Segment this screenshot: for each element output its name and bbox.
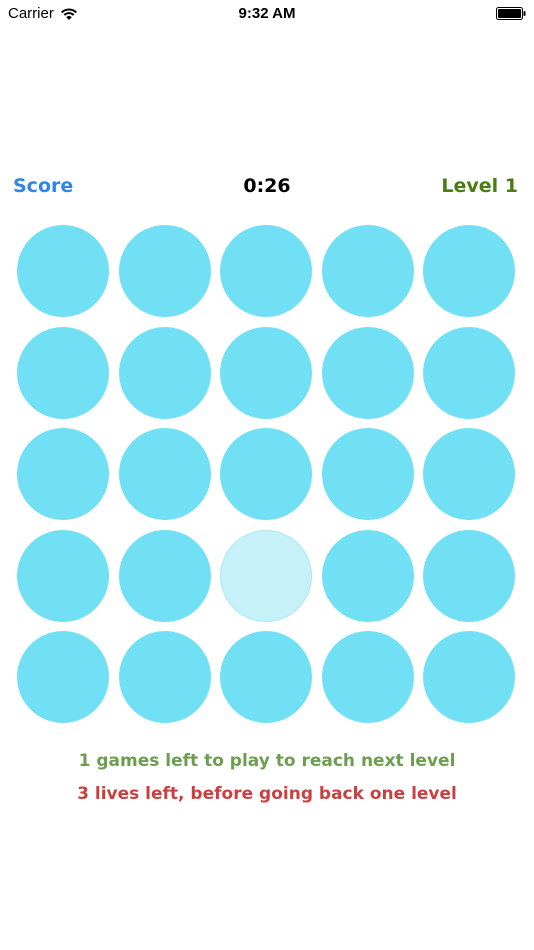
level-label: Level 1	[441, 175, 518, 197]
game-circle[interactable]	[220, 326, 312, 419]
game-circle[interactable]	[321, 326, 414, 419]
game-circle[interactable]	[321, 428, 414, 520]
game-circle[interactable]	[118, 326, 211, 419]
status-bar: Carrier 9:32 AM	[0, 0, 534, 28]
game-circle[interactable]	[423, 428, 515, 520]
status-time: 9:32 AM	[238, 5, 296, 22]
game-circle[interactable]	[321, 529, 414, 622]
game-circle[interactable]	[423, 326, 515, 419]
game-circle[interactable]	[17, 428, 109, 520]
game-circle[interactable]	[220, 631, 312, 723]
game-circle[interactable]	[17, 326, 109, 419]
game-circle[interactable]	[321, 225, 414, 317]
battery-icon	[496, 7, 526, 20]
lives-left-message: 3 lives left, before going back one leve…	[77, 784, 457, 804]
game-circle[interactable]	[220, 225, 312, 317]
game-header: Score 0:26 Level 1	[0, 170, 534, 204]
game-circle[interactable]	[423, 631, 515, 723]
game-circle[interactable]	[17, 529, 109, 622]
game-circle[interactable]	[17, 631, 109, 723]
game-circle[interactable]	[220, 529, 312, 622]
status-messages: 1 games left to play to reach next level…	[0, 745, 534, 811]
game-circle[interactable]	[118, 225, 211, 317]
game-circle[interactable]	[118, 631, 211, 723]
game-circle[interactable]	[220, 428, 312, 520]
game-circle[interactable]	[423, 225, 515, 317]
games-left-message: 1 games left to play to reach next level	[78, 751, 456, 771]
game-circle[interactable]	[321, 631, 414, 723]
game-board	[17, 225, 517, 725]
game-circle[interactable]	[17, 225, 109, 317]
game-circle[interactable]	[423, 529, 515, 622]
game-circle[interactable]	[118, 428, 211, 520]
game-circle[interactable]	[118, 529, 211, 622]
